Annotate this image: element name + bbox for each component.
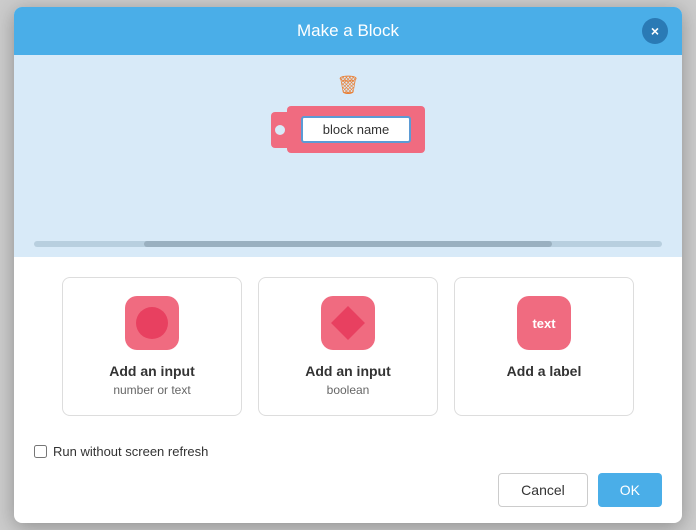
run-without-refresh-label[interactable]: Run without screen refresh [53,444,208,459]
circle-icon [125,296,179,350]
scrollbar-area [14,235,682,257]
close-button[interactable]: × [642,18,668,44]
option-title-1: Add an input [305,362,391,380]
dialog-header: Make a Block × [14,7,682,55]
dialog-title: Make a Block [297,21,399,41]
trash-icon[interactable]: 🗑 [337,75,360,96]
text-label-icon: text [517,296,571,350]
option-subtitle-1: boolean [327,383,370,397]
option-title-2: Add a label [507,362,582,380]
option-add-label[interactable]: text Add a label [454,277,634,415]
block-name-input[interactable] [301,116,411,143]
circle-shape [136,307,168,339]
make-a-block-dialog: Make a Block × 🗑 Add an input number or … [14,7,682,522]
block-shape [271,106,425,153]
checkbox-row: Run without screen refresh [34,444,662,459]
diamond-icon [321,296,375,350]
options-row: Add an input number or text Add an input… [14,257,682,435]
block-preview-area: 🗑 [14,55,682,235]
ok-button[interactable]: OK [598,473,662,507]
option-subtitle-0: number or text [113,383,190,397]
option-add-input-boolean[interactable]: Add an input boolean [258,277,438,415]
footer-buttons: Cancel OK [34,473,662,507]
cancel-button[interactable]: Cancel [498,473,588,507]
dialog-footer: Run without screen refresh Cancel OK [14,436,682,523]
block-body [287,106,425,153]
option-add-input-number-text[interactable]: Add an input number or text [62,277,242,415]
run-without-refresh-checkbox[interactable] [34,445,47,458]
scrollbar-track [34,241,662,247]
diamond-shape [331,306,365,340]
option-title-0: Add an input [109,362,195,380]
scrollbar-thumb[interactable] [144,241,552,247]
text-label-shape: text [532,316,555,331]
